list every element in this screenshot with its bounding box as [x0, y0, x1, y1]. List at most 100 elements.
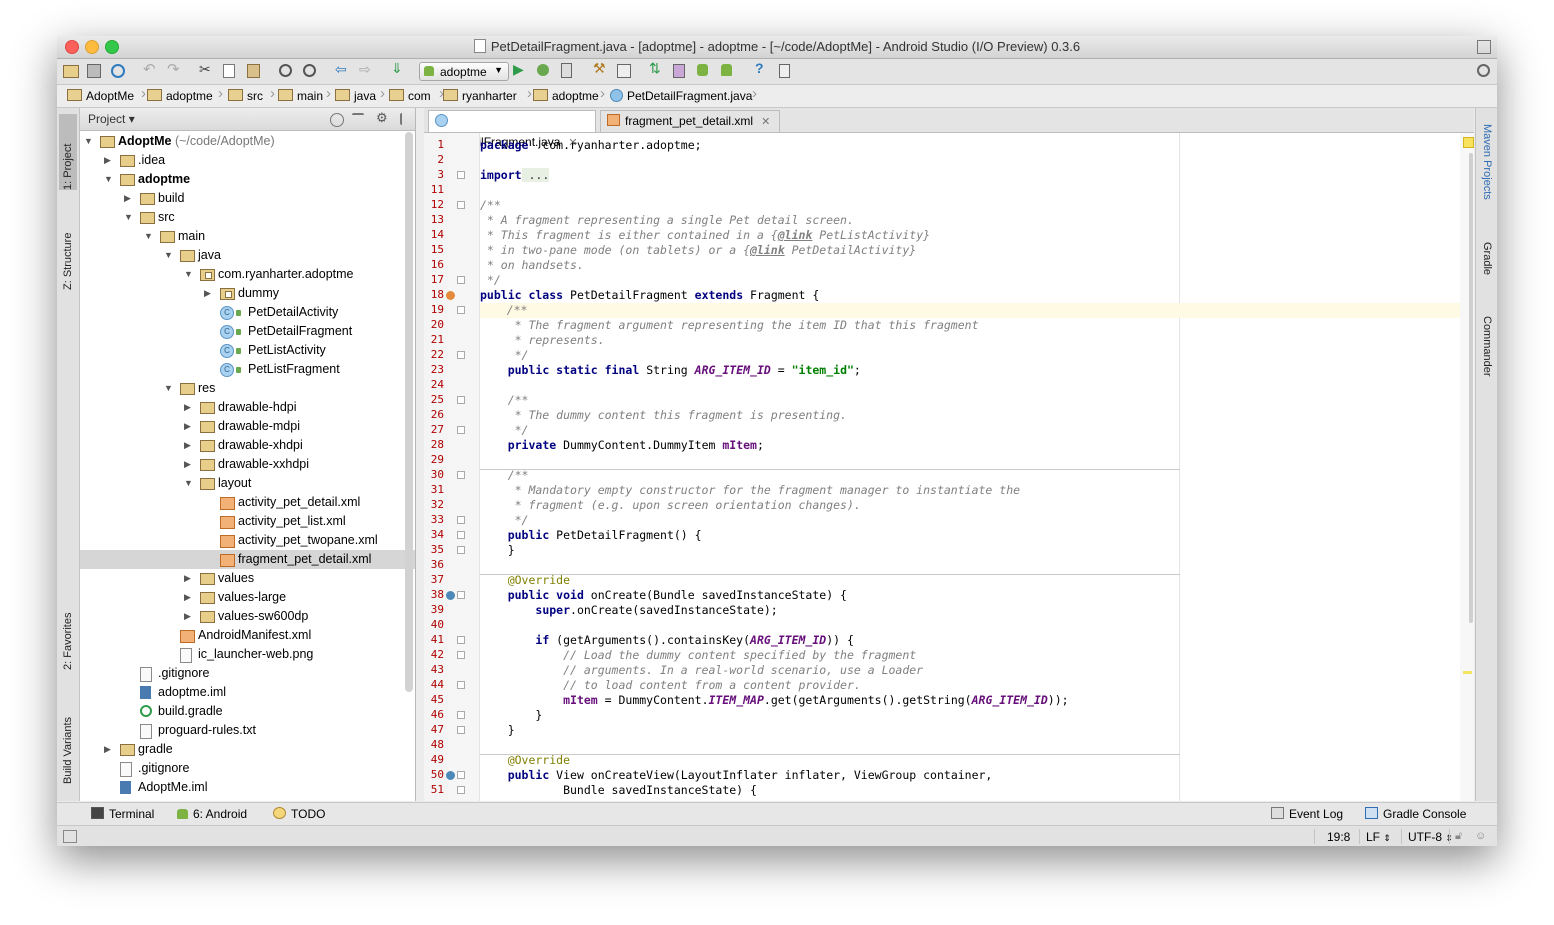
collapsed-arrow-icon[interactable]: ▶	[184, 398, 191, 417]
breadcrumb-file[interactable]: PetDetailFragment.java ›	[610, 86, 757, 104]
tree-item[interactable]: C PetDetailActivity	[80, 303, 415, 322]
tree-item[interactable]: ▶ drawable-xxhdpi	[80, 455, 415, 474]
tree-item[interactable]: ic_launcher-web.png	[80, 645, 415, 664]
tree-item[interactable]: ▼ adoptme	[80, 170, 415, 189]
tab-structure[interactable]: Z: Structure	[59, 204, 77, 290]
tree-item[interactable]: AndroidManifest.xml	[80, 626, 415, 645]
cut-icon[interactable]: ✂	[199, 61, 215, 77]
collapsed-arrow-icon[interactable]: ▶	[124, 189, 131, 208]
expanded-arrow-icon[interactable]: ▼	[124, 208, 133, 227]
tree-item[interactable]: AdoptMe.iml	[80, 778, 415, 797]
collapsed-arrow-icon[interactable]: ▶	[184, 569, 191, 588]
terminal-button[interactable]: Terminal	[91, 807, 154, 821]
fold-toggle-icon[interactable]	[457, 276, 465, 284]
tree-item[interactable]: activity_pet_detail.xml	[80, 493, 415, 512]
open-folder-icon[interactable]	[63, 65, 79, 78]
tree-item[interactable]: activity_pet_twopane.xml	[80, 531, 415, 550]
todo-button[interactable]: TODO	[273, 807, 325, 821]
tree-item[interactable]: ▶ drawable-mdpi	[80, 417, 415, 436]
fold-toggle-icon[interactable]	[457, 726, 465, 734]
collapsed-arrow-icon[interactable]: ▶	[184, 588, 191, 607]
sync-gradle-icon[interactable]: ⇅	[649, 60, 665, 76]
breadcrumb-adoptme-package[interactable]: adoptme ›	[533, 86, 605, 104]
tab-fragment-pet-detail-xml[interactable]: fragment_pet_detail.xml ✕	[600, 110, 780, 132]
encoding-select[interactable]: UTF-8 ⇕	[1408, 830, 1453, 844]
fold-toggle-icon[interactable]	[457, 636, 465, 644]
collapsed-arrow-icon[interactable]: ▶	[184, 455, 191, 474]
fold-toggle-icon[interactable]	[457, 516, 465, 524]
android-component-icon[interactable]	[446, 291, 455, 300]
android-monitor-icon[interactable]	[721, 64, 732, 76]
breadcrumb-java[interactable]: java ›	[335, 86, 385, 104]
save-all-icon[interactable]	[87, 64, 101, 78]
warning-marker[interactable]	[1463, 671, 1472, 674]
find-icon[interactable]	[279, 64, 292, 77]
expanded-arrow-icon[interactable]: ▼	[84, 132, 93, 151]
tab-commander[interactable]: Commander	[1478, 316, 1496, 402]
fold-toggle-icon[interactable]	[457, 651, 465, 659]
tab-build-variants[interactable]: Build Variants	[59, 694, 77, 784]
back-icon[interactable]: ⇦	[335, 61, 351, 77]
sync-icon[interactable]	[111, 64, 125, 78]
tree-item[interactable]: ▼ res	[80, 379, 415, 398]
tree-item[interactable]: ▶ values-large	[80, 588, 415, 607]
tab-gradle[interactable]: Gradle	[1478, 242, 1496, 302]
tree-item[interactable]: C PetListFragment	[80, 360, 415, 379]
paste-icon[interactable]	[247, 64, 260, 78]
inspection-hector-icon[interactable]: ☺︎	[1475, 830, 1486, 842]
tree-item[interactable]: ▼ main	[80, 227, 415, 246]
expanded-arrow-icon[interactable]: ▼	[104, 170, 113, 189]
copy-icon[interactable]	[223, 64, 235, 78]
expanded-arrow-icon[interactable]: ▼	[184, 265, 193, 284]
tree-item[interactable]: fragment_pet_detail.xml	[80, 550, 415, 569]
breadcrumb-main[interactable]: main ›	[278, 86, 331, 104]
tree-item[interactable]: ▼ layout	[80, 474, 415, 493]
fold-toggle-icon[interactable]	[457, 771, 465, 779]
project-structure-icon[interactable]	[617, 64, 631, 78]
run-icon[interactable]: ▶	[513, 61, 529, 77]
caret-position[interactable]: 19:8	[1327, 830, 1350, 844]
event-log-button[interactable]: Event Log	[1271, 807, 1343, 821]
tree-item[interactable]: .gitignore	[80, 759, 415, 778]
fold-toggle-icon[interactable]	[457, 711, 465, 719]
tree-item[interactable]: ▶ gradle	[80, 740, 415, 759]
settings-wrench-icon[interactable]: ⚒	[593, 60, 609, 76]
tree-item[interactable]: ▶ build	[80, 189, 415, 208]
fold-toggle-icon[interactable]	[457, 351, 465, 359]
fold-toggle-icon[interactable]	[457, 681, 465, 689]
collapsed-arrow-icon[interactable]: ▶	[184, 607, 191, 626]
sdk-manager-icon[interactable]	[697, 64, 708, 76]
attach-debugger-icon[interactable]	[561, 63, 572, 78]
help-icon[interactable]: ?	[755, 60, 771, 76]
fold-toggle-icon[interactable]	[457, 531, 465, 539]
tree-item[interactable]: ▼ com.ryanharter.adoptme	[80, 265, 415, 284]
tree-item[interactable]: C PetListActivity	[80, 341, 415, 360]
tree-item[interactable]: ▼ java	[80, 246, 415, 265]
gear-icon[interactable]: ⚙	[376, 110, 388, 125]
collapsed-arrow-icon[interactable]: ▶	[204, 284, 211, 303]
tree-item[interactable]: ▶ drawable-xhdpi	[80, 436, 415, 455]
scroll-from-source-icon[interactable]	[330, 113, 344, 127]
tree-item[interactable]: ▶ drawable-hdpi	[80, 398, 415, 417]
debug-icon[interactable]	[537, 64, 549, 76]
fold-toggle-icon[interactable]	[457, 201, 465, 209]
device-icon[interactable]	[779, 64, 790, 78]
replace-icon[interactable]	[303, 64, 316, 77]
run-configuration-select[interactable]: adoptme ▼	[419, 62, 509, 81]
redo-icon[interactable]: ↷	[167, 60, 183, 78]
override-method-icon[interactable]	[446, 591, 455, 600]
expanded-arrow-icon[interactable]: ▼	[164, 246, 173, 265]
inspection-status-icon[interactable]	[1463, 137, 1474, 148]
collapsed-arrow-icon[interactable]: ▶	[184, 417, 191, 436]
tree-item[interactable]: build.gradle	[80, 702, 415, 721]
tree-item[interactable]: ▼ AdoptMe (~/code/AdoptMe)	[80, 132, 415, 151]
breadcrumb-adoptme-root[interactable]: AdoptMe ›	[67, 86, 146, 104]
collapsed-arrow-icon[interactable]: ▶	[184, 436, 191, 455]
tree-item[interactable]: ▶ values	[80, 569, 415, 588]
tree-item[interactable]: activity_pet_list.xml	[80, 512, 415, 531]
fold-toggle-icon[interactable]	[457, 591, 465, 599]
tree-item[interactable]: ▶ values-sw600dp	[80, 607, 415, 626]
fold-toggle-icon[interactable]	[457, 306, 465, 314]
tab-petdetailfragment-java[interactable]: PetDetailFragment.java ✕	[428, 110, 596, 149]
hide-panel-icon[interactable]	[400, 113, 414, 125]
